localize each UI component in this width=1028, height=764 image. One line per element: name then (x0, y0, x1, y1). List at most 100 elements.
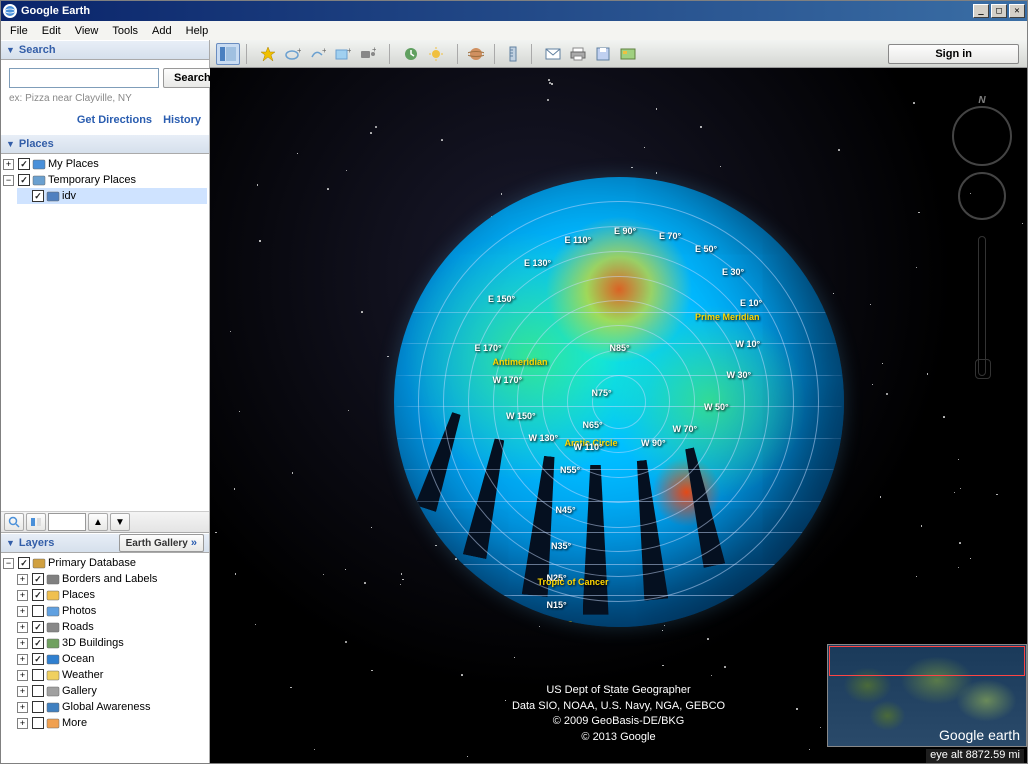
polygon-button[interactable]: + (281, 43, 305, 65)
sidebar-toggle-button[interactable] (216, 43, 240, 65)
grid-label: Prime Meridian (695, 312, 760, 322)
find-button[interactable] (4, 513, 24, 531)
checkbox[interactable] (32, 701, 44, 713)
chevron-right-icon: » (191, 537, 197, 549)
globe-view[interactable]: E 90°E 70°E 50°E 110°E 30°E 130°E 10°E 1… (210, 68, 1027, 763)
expand-toggle[interactable]: − (3, 558, 14, 569)
map-viewport[interactable]: + + + + Sign in (210, 40, 1027, 763)
checkbox[interactable] (32, 589, 44, 601)
checkbox[interactable] (32, 717, 44, 729)
tree-item[interactable]: + Roads (17, 619, 207, 635)
expand-toggle[interactable]: + (17, 702, 28, 713)
expand-toggle[interactable]: + (17, 606, 28, 617)
sunlight-button[interactable] (424, 43, 448, 65)
checkbox[interactable] (32, 190, 44, 202)
tree-item-label: Temporary Places (48, 174, 136, 186)
tree-item[interactable]: +Photos (17, 603, 207, 619)
search-input[interactable] (9, 68, 159, 88)
up-button[interactable]: ▲ (88, 513, 108, 531)
checkbox[interactable] (32, 669, 44, 681)
search-panel-header[interactable]: ▼ Search (1, 40, 209, 60)
tree-item[interactable]: + My Places (3, 156, 207, 172)
close-button[interactable]: ✕ (1009, 4, 1025, 18)
places-panel-header[interactable]: ▼ Places (1, 134, 209, 154)
save-image-button[interactable] (591, 43, 615, 65)
expand-toggle[interactable]: + (17, 622, 28, 633)
checkbox[interactable] (32, 653, 44, 665)
tree-item[interactable]: +Global Awareness (17, 699, 207, 715)
maximize-button[interactable]: □ (991, 4, 1007, 18)
grid-label: W 170° (493, 375, 523, 385)
globe[interactable]: E 90°E 70°E 50°E 110°E 30°E 130°E 10°E 1… (394, 177, 844, 627)
expand-toggle[interactable]: + (3, 159, 14, 170)
svg-text:+: + (297, 47, 301, 55)
tree-item[interactable]: + Gallery (17, 683, 207, 699)
placemark-button[interactable] (256, 43, 280, 65)
checkbox[interactable] (32, 637, 44, 649)
checkbox[interactable] (18, 557, 30, 569)
expand-toggle[interactable]: + (17, 670, 28, 681)
menu-bar: File Edit View Tools Add Help (1, 21, 1027, 40)
borders-icon (46, 572, 60, 586)
planet-button[interactable] (464, 43, 488, 65)
ruler-button[interactable] (501, 43, 525, 65)
signin-button[interactable]: Sign in (888, 44, 1019, 64)
move-ring[interactable] (958, 172, 1006, 220)
view-maps-button[interactable] (616, 43, 640, 65)
expand-toggle[interactable]: − (3, 175, 14, 186)
title-bar: Google Earth _ □ ✕ (1, 1, 1027, 21)
tree-item[interactable]: idv (17, 188, 207, 204)
expand-toggle[interactable]: + (17, 654, 28, 665)
image-overlay-button[interactable]: + (331, 43, 355, 65)
layers-panel-header[interactable]: ▼ Layers Earth Gallery » (1, 533, 209, 553)
down-button[interactable]: ▼ (110, 513, 130, 531)
grid-label: W 70° (673, 424, 698, 434)
menu-view[interactable]: View (68, 23, 106, 39)
grid-label: N75° (592, 388, 612, 398)
checkbox[interactable] (32, 573, 44, 585)
checkbox[interactable] (32, 685, 44, 697)
zoom-thumb[interactable] (975, 359, 991, 379)
tree-item-label: My Places (48, 158, 99, 170)
menu-edit[interactable]: Edit (35, 23, 68, 39)
expand-toggle[interactable]: + (17, 638, 28, 649)
menu-add[interactable]: Add (145, 23, 179, 39)
overview-map[interactable]: Google earth (827, 644, 1027, 747)
expand-toggle[interactable]: + (17, 590, 28, 601)
svg-text:+: + (347, 47, 351, 55)
email-button[interactable] (541, 43, 565, 65)
minimize-button[interactable]: _ (973, 4, 989, 18)
look-ring[interactable]: N (952, 106, 1012, 166)
menu-file[interactable]: File (3, 23, 35, 39)
tree-item[interactable]: −Primary Database (3, 555, 207, 571)
tree-item[interactable]: +Weather (17, 667, 207, 683)
get-directions-link[interactable]: Get Directions (77, 114, 152, 126)
zoom-slider[interactable] (978, 236, 986, 376)
expand-toggle[interactable]: + (17, 686, 28, 697)
checkbox[interactable] (32, 621, 44, 633)
history-link[interactable]: History (163, 114, 201, 126)
tree-item-label: Gallery (62, 685, 97, 697)
tree-item[interactable]: − Temporary Places (3, 172, 207, 188)
earth-gallery-button[interactable]: Earth Gallery » (119, 534, 204, 552)
tree-item[interactable]: +Ocean (17, 651, 207, 667)
split-button[interactable] (26, 513, 46, 531)
print-button[interactable] (566, 43, 590, 65)
tree-item[interactable]: +3D Buildings (17, 635, 207, 651)
menu-help[interactable]: Help (179, 23, 216, 39)
opacity-input[interactable] (48, 513, 86, 531)
menu-tools[interactable]: Tools (105, 23, 145, 39)
checkbox[interactable] (18, 158, 30, 170)
tree-item[interactable]: +Places (17, 587, 207, 603)
record-tour-button[interactable]: + (356, 43, 380, 65)
tree-item[interactable]: +Borders and Labels (17, 571, 207, 587)
checkbox[interactable] (32, 605, 44, 617)
expand-toggle[interactable]: + (17, 718, 28, 729)
tree-item[interactable]: +More (17, 715, 207, 731)
history-button[interactable] (399, 43, 423, 65)
tree-item-label: Roads (62, 621, 94, 633)
layers-header-label: Layers (19, 537, 54, 549)
checkbox[interactable] (18, 174, 30, 186)
expand-toggle[interactable]: + (17, 574, 28, 585)
path-button[interactable]: + (306, 43, 330, 65)
